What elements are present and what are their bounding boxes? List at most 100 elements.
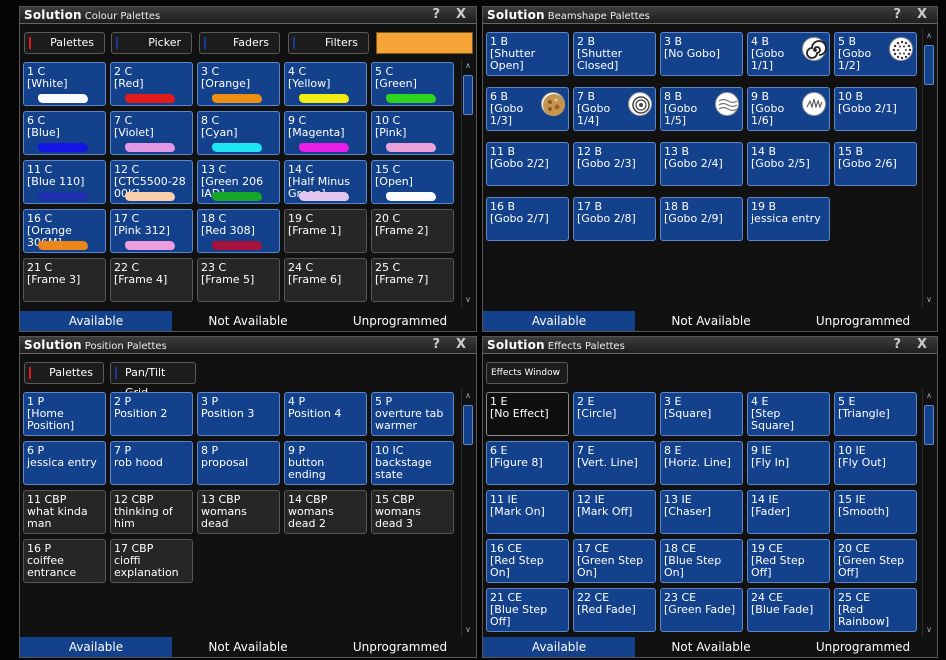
palette-cell[interactable]: 19 C [Frame 1] [284, 209, 367, 253]
palette-cell[interactable]: 8 C [Cyan] [197, 111, 280, 155]
scrollbar[interactable]: ∧ ∨ [922, 29, 934, 307]
palette-cell[interactable]: 10 IE [Fly Out] [834, 441, 917, 485]
scroll-up-icon[interactable]: ∧ [463, 391, 473, 401]
palette-cell[interactable]: 9 B [Gobo 1/6] [747, 87, 830, 131]
palette-cell[interactable]: 4 E [Step Square] [747, 392, 830, 436]
palette-cell[interactable]: 16 B [Gobo 2/7] [486, 197, 569, 241]
palette-cell[interactable]: 7 C [Violet] [110, 111, 193, 155]
palette-cell[interactable]: 7 B [Gobo 1/4] [573, 87, 656, 131]
palette-cell[interactable]: 17 C [Pink 312] [110, 209, 193, 253]
palette-cell[interactable]: 12 IE [Mark Off] [573, 490, 656, 534]
palette-cell[interactable]: 1 B [Shutter Open] [486, 32, 569, 76]
palette-cell[interactable]: 7 P rob hood [110, 441, 193, 485]
palette-cell[interactable]: 16 CE [Red Step On] [486, 539, 569, 583]
palette-cell[interactable]: 19 B jessica entry [747, 197, 830, 241]
palette-cell[interactable]: 12 CBP thinking of him [110, 490, 193, 534]
palette-cell[interactable]: 2 E [Circle] [573, 392, 656, 436]
tab-palettes[interactable]: Palettes [24, 362, 104, 384]
palette-cell[interactable]: 20 CE [Green Step Off] [834, 539, 917, 583]
palette-cell[interactable]: 9 P button ending [284, 441, 367, 485]
palette-cell[interactable]: 5 P overture tab warmer [371, 392, 454, 436]
palette-cell[interactable]: 21 CE [Blue Step Off] [486, 588, 569, 632]
scroll-up-icon[interactable]: ∧ [924, 391, 934, 401]
scroll-up-icon[interactable]: ∧ [924, 31, 934, 41]
palette-cell[interactable]: 17 CE [Green Step On] [573, 539, 656, 583]
palette-cell[interactable]: 4 B [Gobo 1/1] [747, 32, 830, 76]
filter-not-available[interactable]: Not Available [172, 637, 324, 657]
palette-cell[interactable]: 15 B [Gobo 2/6] [834, 142, 917, 186]
filter-available[interactable]: Available [483, 637, 635, 657]
palette-cell[interactable]: 14 B [Gobo 2/5] [747, 142, 830, 186]
scrollbar[interactable]: ∧ ∨ [461, 389, 473, 637]
scroll-thumb[interactable] [463, 75, 473, 115]
palette-cell[interactable]: 11 C [Blue 110] [23, 160, 106, 204]
tab-picker[interactable]: Picker [111, 32, 192, 54]
effects-window-button[interactable]: Effects Window [486, 362, 568, 384]
filter-not-available[interactable]: Not Available [635, 637, 787, 657]
palette-cell[interactable]: 9 C [Magenta] [284, 111, 367, 155]
scroll-up-icon[interactable]: ∧ [463, 61, 473, 71]
palette-cell[interactable]: 19 CE [Red Step Off] [747, 539, 830, 583]
palette-cell[interactable]: 2 C [Red] [110, 62, 193, 106]
palette-cell[interactable]: 20 C [Frame 2] [371, 209, 454, 253]
palette-cell[interactable]: 3 B [No Gobo] [660, 32, 743, 76]
palette-cell[interactable]: 11 IE [Mark On] [486, 490, 569, 534]
palette-cell[interactable]: 18 C [Red 308] [197, 209, 280, 253]
palette-cell[interactable]: 17 CBP cioffi explanation [110, 539, 193, 583]
close-icon[interactable]: X [917, 337, 927, 353]
palette-cell[interactable]: 22 CE [Red Fade] [573, 588, 656, 632]
palette-cell[interactable]: 23 CE [Green Fade] [660, 588, 743, 632]
tab-faders[interactable]: Faders [199, 32, 280, 54]
palette-cell[interactable]: 3 P Position 3 [197, 392, 280, 436]
scroll-down-icon[interactable]: ∨ [924, 295, 934, 305]
palette-cell[interactable]: 5 E [Triangle] [834, 392, 917, 436]
palette-cell[interactable]: 13 B [Gobo 2/4] [660, 142, 743, 186]
palette-cell[interactable]: 1 E [No Effect] [486, 392, 569, 436]
scroll-down-icon[interactable]: ∨ [463, 625, 473, 635]
palette-cell[interactable]: 11 CBP what kinda man [23, 490, 106, 534]
palette-cell[interactable]: 3 C [Orange] [197, 62, 280, 106]
palette-cell[interactable]: 6 E [Figure 8] [486, 441, 569, 485]
close-icon[interactable]: X [917, 7, 927, 23]
palette-cell[interactable]: 15 CBP womans dead 3 [371, 490, 454, 534]
filter-not-available[interactable]: Not Available [635, 311, 787, 331]
filter-unprogrammed[interactable]: Unprogrammed [787, 637, 937, 657]
palette-cell[interactable]: 24 C [Frame 6] [284, 258, 367, 302]
palette-cell[interactable]: 10 C [Pink] [371, 111, 454, 155]
palette-cell[interactable]: 12 C [CTC5500-28 00K] [110, 160, 193, 204]
palette-cell[interactable]: 6 B [Gobo 1/3] [486, 87, 569, 131]
scroll-down-icon[interactable]: ∨ [463, 295, 473, 305]
palette-cell[interactable]: 16 P coiffee entrance [23, 539, 106, 583]
palette-cell[interactable]: 2 B [Shutter Closed] [573, 32, 656, 76]
palette-cell[interactable]: 13 IE [Chaser] [660, 490, 743, 534]
help-icon[interactable]: ? [893, 337, 901, 353]
filter-unprogrammed[interactable]: Unprogrammed [324, 311, 476, 331]
scroll-thumb[interactable] [924, 45, 934, 85]
help-icon[interactable]: ? [432, 7, 440, 23]
filter-unprogrammed[interactable]: Unprogrammed [324, 637, 476, 657]
palette-cell[interactable]: 13 C [Green 206 IAD] [197, 160, 280, 204]
palette-cell[interactable]: 24 CE [Blue Fade] [747, 588, 830, 632]
palette-cell[interactable]: 9 IE [Fly In] [747, 441, 830, 485]
palette-cell[interactable]: 23 C [Frame 5] [197, 258, 280, 302]
palette-cell[interactable]: 4 P Position 4 [284, 392, 367, 436]
scrollbar[interactable]: ∧ ∨ [922, 389, 934, 637]
palette-cell[interactable]: 10 IC backstage state [371, 441, 454, 485]
tab-filters[interactable]: Filters [288, 32, 369, 54]
palette-cell[interactable]: 11 B [Gobo 2/2] [486, 142, 569, 186]
palette-cell[interactable]: 22 C [Frame 4] [110, 258, 193, 302]
palette-cell[interactable]: 25 C [Frame 7] [371, 258, 454, 302]
palette-cell[interactable]: 5 B [Gobo 1/2] [834, 32, 917, 76]
scrollbar[interactable]: ∧ ∨ [461, 59, 473, 307]
palette-cell[interactable]: 13 CBP womans dead [197, 490, 280, 534]
palette-cell[interactable]: 15 IE [Smooth] [834, 490, 917, 534]
scroll-thumb[interactable] [924, 405, 934, 445]
palette-cell[interactable]: 18 B [Gobo 2/9] [660, 197, 743, 241]
palette-cell[interactable]: 6 P jessica entry [23, 441, 106, 485]
close-icon[interactable]: X [456, 337, 466, 353]
help-icon[interactable]: ? [432, 337, 440, 353]
palette-cell[interactable]: 12 B [Gobo 2/3] [573, 142, 656, 186]
filter-available[interactable]: Available [20, 637, 172, 657]
palette-cell[interactable]: 15 C [Open] [371, 160, 454, 204]
filter-available[interactable]: Available [20, 311, 172, 331]
